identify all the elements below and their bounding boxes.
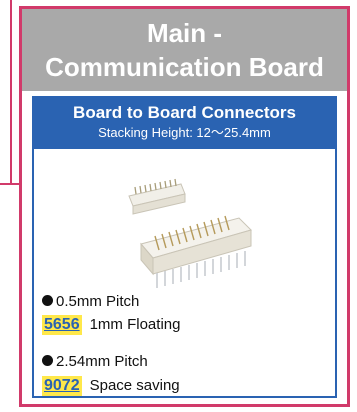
callout-line-vertical (10, 0, 12, 184)
product-code-link-5656[interactable]: 5656 (42, 315, 82, 335)
bullet-icon (42, 355, 53, 366)
product-code-link-9072[interactable]: 9072 (42, 376, 82, 396)
main-communication-board-card: Main - Communication Board Board to Boar… (19, 6, 350, 407)
spec-description: 1mm Floating (89, 316, 181, 333)
card-header: Main - Communication Board (22, 9, 347, 91)
spec-row-9072: 9072 Space saving (42, 376, 180, 396)
spec-pitch-label: 0.5mm Pitch (56, 293, 140, 310)
board-connector-product-icon (128, 178, 252, 288)
card-title-line-1: Main - (146, 18, 223, 48)
panel-header: Board to Board Connectors Stacking Heigh… (34, 98, 335, 149)
spec-pitch-0-5mm: 0.5mm Pitch (42, 293, 139, 310)
bullet-icon (42, 295, 53, 306)
panel-title: Board to Board Connectors (73, 103, 296, 122)
board-to-board-connectors-panel[interactable]: Board to Board Connectors Stacking Heigh… (32, 96, 337, 398)
spec-pitch-2-54mm: 2.54mm Pitch (42, 353, 148, 370)
card-title-line-2: Communication Board (45, 52, 324, 82)
panel-subtitle: Stacking Height: 12～25.4mm (98, 125, 271, 140)
callout-line-horizontal (0, 183, 20, 185)
spec-row-5656: 5656 1mm Floating (42, 315, 180, 335)
spec-pitch-label: 2.54mm Pitch (56, 353, 148, 370)
spec-description: Space saving (89, 377, 180, 394)
